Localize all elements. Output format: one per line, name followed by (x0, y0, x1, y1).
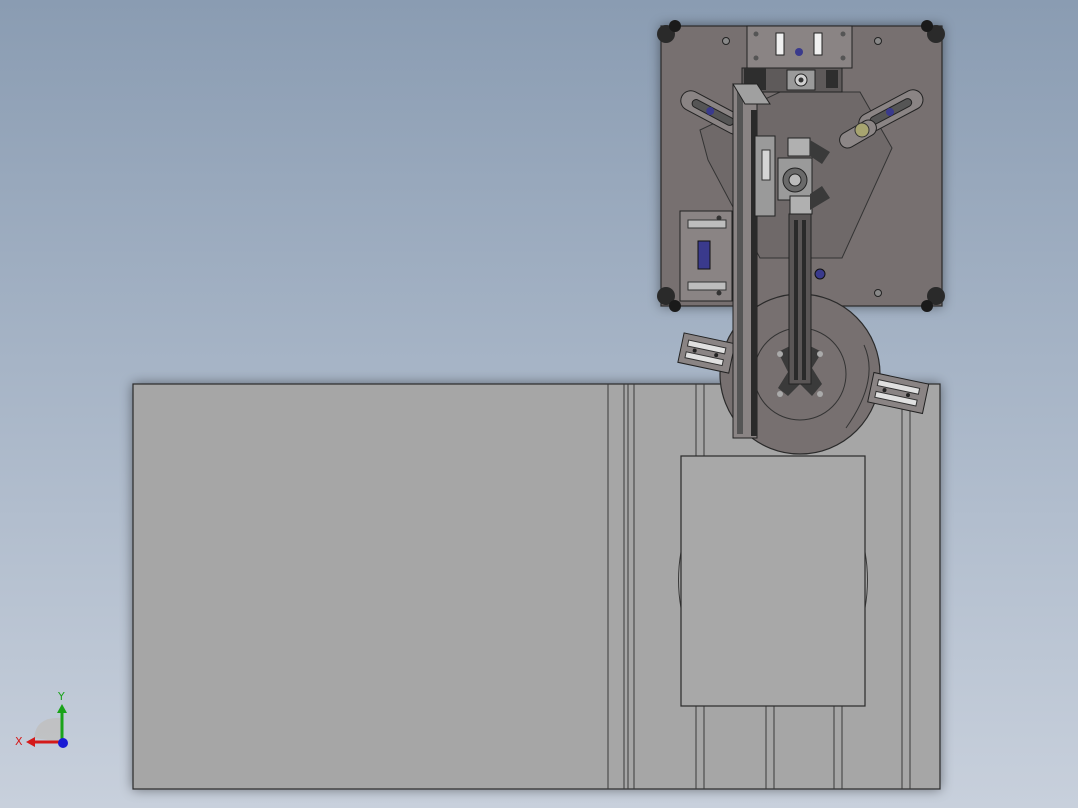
control-box[interactable] (679, 210, 733, 302)
cad-graphics-viewport[interactable]: Y X (0, 0, 1078, 808)
sliding-carriage[interactable] (678, 455, 868, 707)
x-axis-label: X (15, 735, 23, 748)
indicator-dot (814, 268, 826, 280)
z-axis-dot (58, 738, 68, 748)
view-triad: Y X (15, 690, 68, 748)
cad-model-canvas[interactable]: Y X (0, 0, 1078, 808)
vertical-slide-rail[interactable] (788, 213, 812, 385)
y-axis-label: Y (57, 690, 65, 703)
left-pneumatic-cylinder[interactable] (677, 332, 736, 374)
top-bracket[interactable] (746, 25, 853, 69)
